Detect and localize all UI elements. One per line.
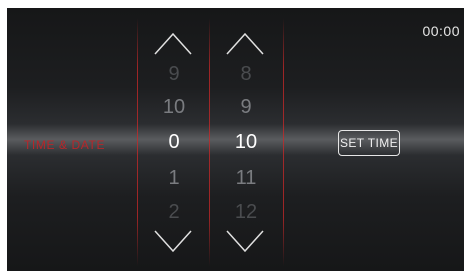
status-clock: 00:00 <box>422 23 460 39</box>
hour-decrement-button[interactable] <box>154 229 192 253</box>
hour-picker[interactable]: 9 10 0 1 2 <box>137 8 211 271</box>
hour-increment-button[interactable] <box>154 32 192 56</box>
chevron-down-icon <box>154 230 192 253</box>
picker-divider-right <box>283 18 284 266</box>
hour-value-selected[interactable]: 0 <box>137 131 211 154</box>
hour-value-prev-2[interactable]: 9 <box>137 63 211 86</box>
chevron-up-icon <box>154 32 192 55</box>
hour-value-next-2[interactable]: 2 <box>137 201 211 224</box>
chevron-up-icon <box>226 32 264 55</box>
minute-value-prev-1[interactable]: 9 <box>209 96 283 119</box>
time-date-screen: 00:00 TIME & DATE 9 10 0 1 2 8 9 10 11 1… <box>7 8 464 271</box>
hour-value-next-1[interactable]: 1 <box>137 167 211 190</box>
set-time-button[interactable]: SET TIME <box>338 130 400 156</box>
minute-increment-button[interactable] <box>226 32 264 56</box>
minute-value-next-2[interactable]: 12 <box>209 201 283 224</box>
minute-value-selected[interactable]: 10 <box>209 131 283 154</box>
minute-decrement-button[interactable] <box>226 229 264 253</box>
minute-value-next-1[interactable]: 11 <box>209 167 283 190</box>
minute-value-prev-2[interactable]: 8 <box>209 63 283 86</box>
section-label: TIME & DATE <box>24 138 106 152</box>
chevron-down-icon <box>226 230 264 253</box>
minute-picker[interactable]: 8 9 10 11 12 <box>209 8 283 271</box>
hour-value-prev-1[interactable]: 10 <box>137 96 211 119</box>
